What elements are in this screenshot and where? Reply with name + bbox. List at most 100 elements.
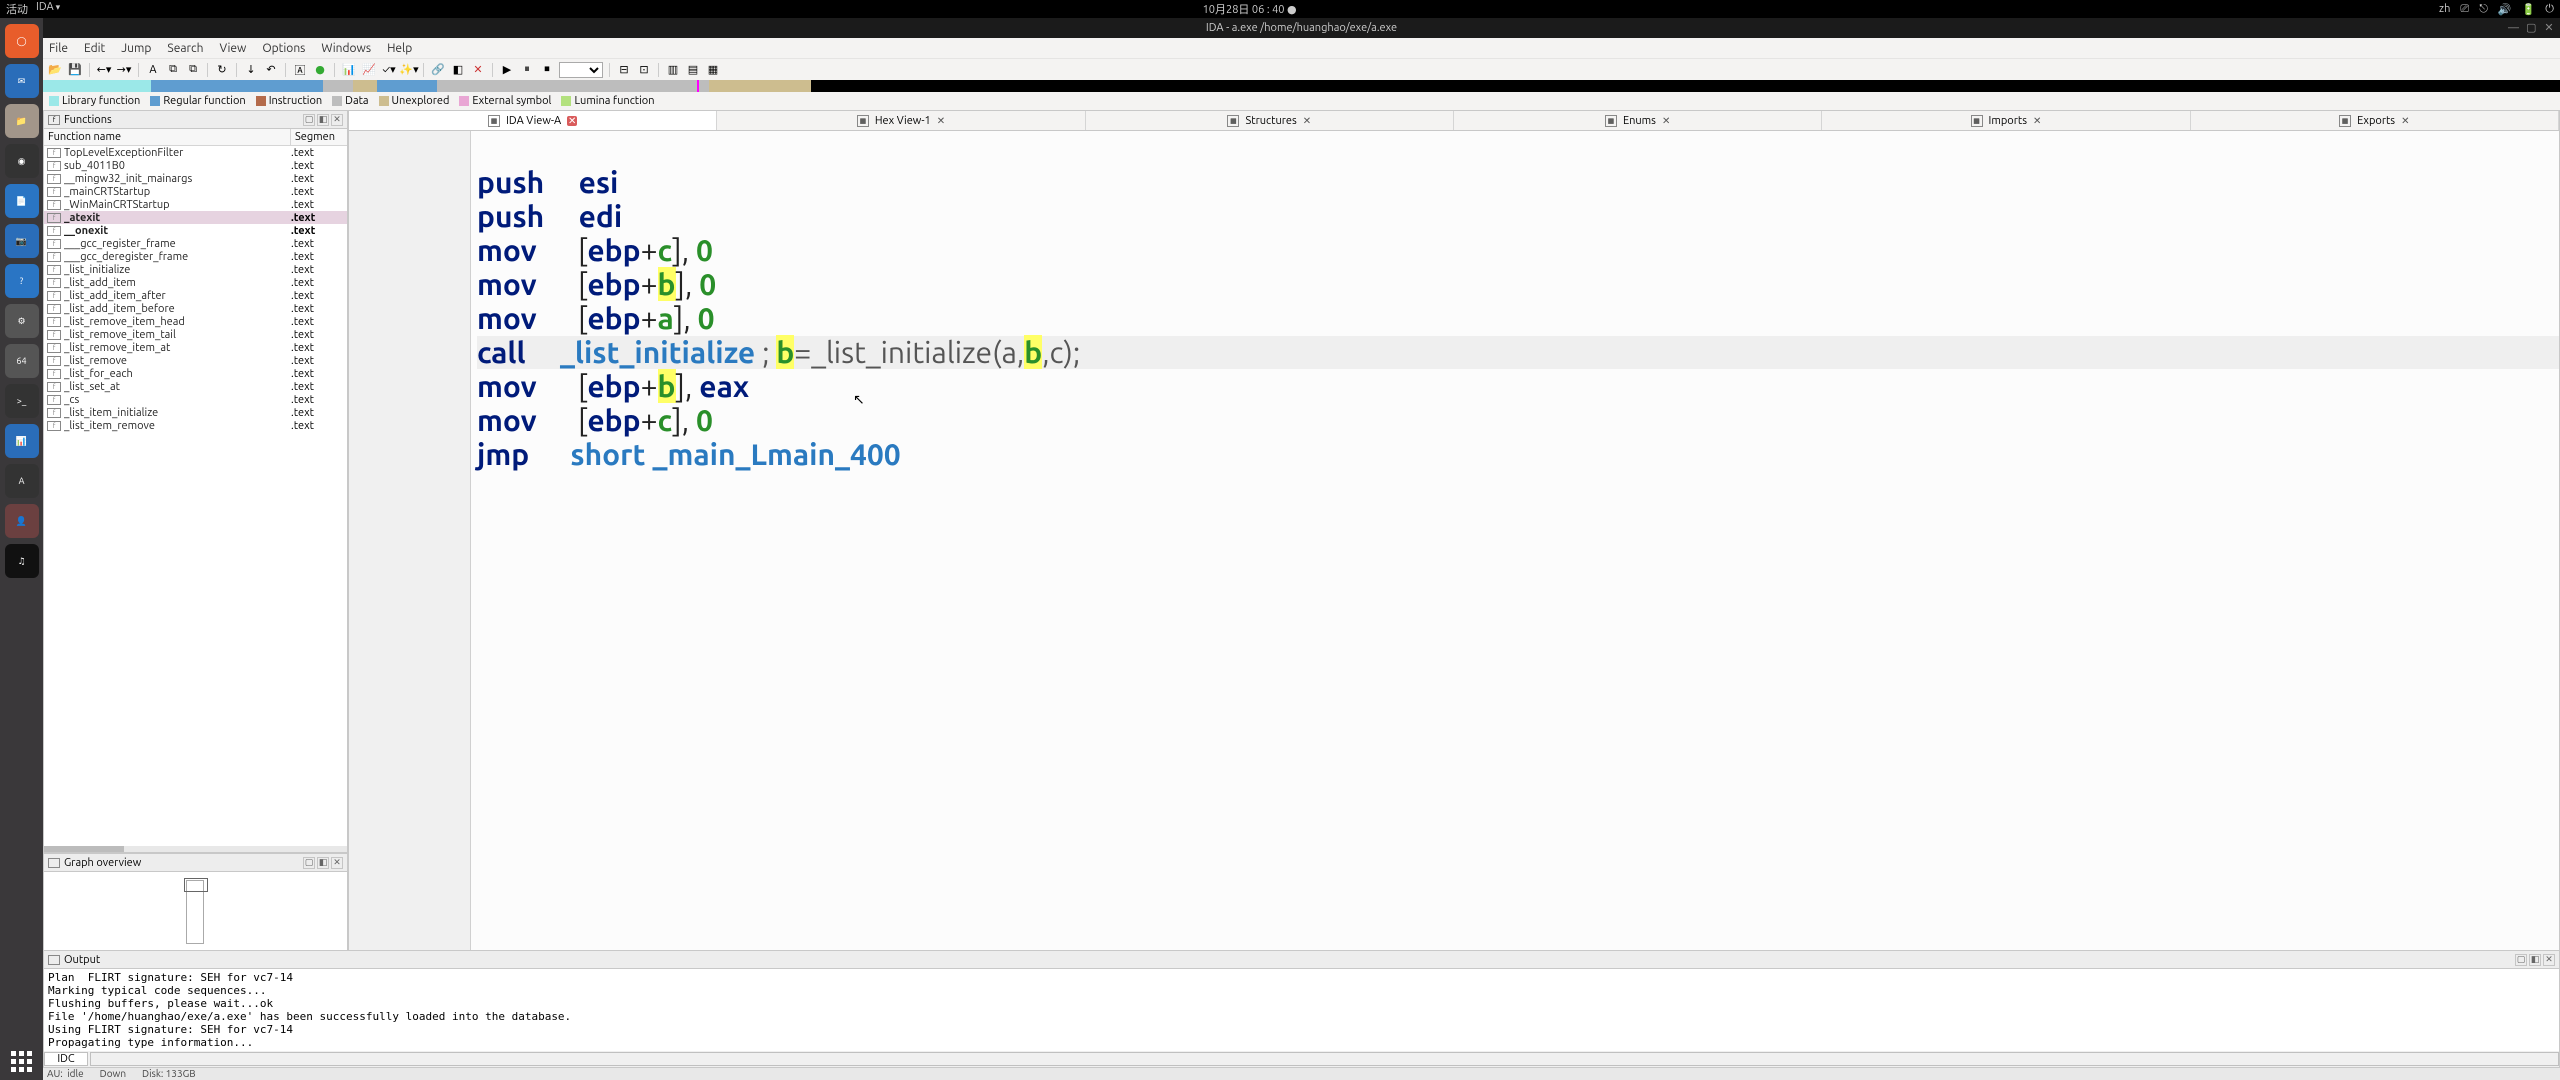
save-icon[interactable]: 💾	[67, 62, 83, 78]
dock-chromium[interactable]: ◯	[5, 24, 39, 58]
dock-thunderbird[interactable]: ✉	[5, 64, 39, 98]
bp-icon[interactable]: ⊟	[616, 62, 632, 78]
panel-close-icon[interactable]: ✕	[2543, 954, 2555, 966]
menu-file[interactable]: File	[49, 42, 68, 55]
functions-col-segment[interactable]: Segmen	[291, 129, 347, 145]
disasm-code[interactable]: push esi push edi mov [ebp+c], 0 mov [eb…	[471, 131, 2559, 1053]
debug-stop-icon[interactable]: ⏹	[539, 62, 555, 78]
menu-search[interactable]: Search	[167, 42, 203, 55]
view-tab[interactable]: ▦Structures✕	[1086, 111, 1454, 130]
function-row[interactable]: fTopLevelExceptionFilter.text	[44, 146, 347, 159]
dock-terminal[interactable]: >_	[5, 384, 39, 418]
activities-button[interactable]: 活动	[6, 1, 28, 17]
function-row[interactable]: f_list_remove_item_head.text	[44, 315, 347, 328]
tray-battery-icon[interactable]: 🔋	[2522, 3, 2536, 16]
dock-music[interactable]: ♫	[5, 544, 39, 578]
navigation-band[interactable]	[43, 80, 2560, 92]
tab-close-icon[interactable]: ✕	[1303, 115, 1311, 127]
function-row[interactable]: f_WinMainCRTStartup.text	[44, 198, 347, 211]
tab-close-icon[interactable]: ✕	[937, 115, 945, 127]
panel-close-icon[interactable]: ✕	[331, 114, 343, 126]
window-titlebar[interactable]: IDA - a.exe /home/huanghao/exe/a.exe — ▢…	[43, 18, 2560, 38]
tray-volume-icon[interactable]: 🔊	[2498, 3, 2512, 16]
dock-rhythmbox[interactable]: ◉	[5, 144, 39, 178]
function-row[interactable]: f_mainCRTStartup.text	[44, 185, 347, 198]
debug-pause-icon[interactable]: ⏸	[519, 62, 535, 78]
function-row[interactable]: f_list_remove.text	[44, 354, 347, 367]
bin-search-icon[interactable]: ⧉	[165, 62, 181, 78]
menu-help[interactable]: Help	[387, 42, 412, 55]
menu-options[interactable]: Options	[262, 42, 305, 55]
clock[interactable]: 10月28日 06 : 40	[1203, 4, 1285, 16]
forward-icon[interactable]: →▾	[116, 62, 132, 78]
struct-icon[interactable]: ▥	[665, 62, 681, 78]
function-row[interactable]: fsub_4011B0.text	[44, 159, 347, 172]
dock-updates[interactable]: A	[5, 464, 39, 498]
struct2-icon[interactable]: ▤	[685, 62, 701, 78]
app-menu[interactable]: IDA	[36, 1, 60, 17]
next-search-icon[interactable]: ⧉	[185, 62, 201, 78]
function-row[interactable]: f_list_add_item_before.text	[44, 302, 347, 315]
panel-restore-icon[interactable]: ▢	[303, 114, 315, 126]
dock-office[interactable]: 📄	[5, 184, 39, 218]
function-row[interactable]: f__mingw32_init_mainargs.text	[44, 172, 347, 185]
tray[interactable]: zh ⎚ ⎋ 🔊 🔋 ⏻	[2439, 3, 2554, 16]
view-tab[interactable]: ▦Hex View-1✕	[717, 111, 1085, 130]
reanalyze-icon[interactable]: ↻	[214, 62, 230, 78]
tray-ime[interactable]: zh	[2439, 3, 2450, 16]
mark-icon[interactable]: ✓▾	[381, 62, 397, 78]
panel-restore-icon[interactable]: ▢	[303, 857, 315, 869]
panel-float-icon[interactable]: ◧	[2529, 954, 2541, 966]
function-row[interactable]: f_list_add_item.text	[44, 276, 347, 289]
panel-restore-icon[interactable]: ▢	[2515, 954, 2527, 966]
functions-list[interactable]: fTopLevelExceptionFilter.textfsub_4011B0…	[44, 146, 347, 846]
view-tab[interactable]: ▦Imports✕	[1822, 111, 2190, 130]
view-tab[interactable]: ▦Exports✕	[2191, 111, 2559, 130]
dock-files[interactable]: 📁	[5, 104, 39, 138]
tray-power-icon[interactable]: ⏻	[2545, 3, 2554, 16]
dock-monitor[interactable]: 📊	[5, 424, 39, 458]
open-icon[interactable]: 📂	[47, 62, 63, 78]
function-row[interactable]: f__onexit.text	[44, 224, 347, 237]
function-row[interactable]: f_list_add_item_after.text	[44, 289, 347, 302]
function-row[interactable]: f___gcc_register_frame.text	[44, 237, 347, 250]
functions-hscroll[interactable]	[44, 846, 347, 852]
panel-close-icon[interactable]: ✕	[331, 857, 343, 869]
idc-input[interactable]	[90, 1052, 2559, 1066]
tab-close-icon[interactable]: ✕	[567, 116, 577, 126]
function-row[interactable]: f_atexit.text	[44, 211, 347, 224]
bp2-icon[interactable]: ⊡	[636, 62, 652, 78]
step-up-icon[interactable]: ↶	[263, 62, 279, 78]
tab-close-icon[interactable]: ✕	[2401, 115, 2409, 127]
panel-float-icon[interactable]: ◧	[317, 114, 329, 126]
tray-display-icon[interactable]: ⎚	[2460, 3, 2469, 16]
function-row[interactable]: f_list_initialize.text	[44, 263, 347, 276]
tab-close-icon[interactable]: ✕	[2033, 115, 2041, 127]
back-icon[interactable]: ←▾	[96, 62, 112, 78]
chart-icon[interactable]: 📊	[341, 62, 357, 78]
tray-network-icon[interactable]: ⎋	[2479, 3, 2488, 16]
close-icon[interactable]: ✕	[2544, 23, 2554, 33]
dock-settings[interactable]: ⚙	[5, 304, 39, 338]
idc-tab[interactable]: IDC	[44, 1052, 88, 1066]
link-icon[interactable]: 🔗	[430, 62, 446, 78]
function-row[interactable]: f___gcc_deregister_frame.text	[44, 250, 347, 263]
cancel-icon[interactable]: ✕	[470, 62, 486, 78]
dock-screenshot[interactable]: 📷	[5, 224, 39, 258]
wand-icon[interactable]: ✨▾	[401, 62, 417, 78]
chart2-icon[interactable]: 📈	[361, 62, 377, 78]
graph-icon[interactable]: ◧	[450, 62, 466, 78]
struct3-icon[interactable]: ▦	[705, 62, 721, 78]
run-icon[interactable]: ●	[312, 62, 328, 78]
minimize-icon[interactable]: —	[2508, 23, 2518, 33]
hex-icon[interactable]: 🄰	[292, 62, 308, 78]
function-row[interactable]: f_list_item_initialize.text	[44, 406, 347, 419]
disasm-view[interactable]: push esi push edi mov [ebp+c], 0 mov [eb…	[349, 131, 2559, 1053]
function-row[interactable]: f_list_remove_item_at.text	[44, 341, 347, 354]
debugger-select[interactable]	[559, 62, 603, 78]
function-row[interactable]: f_list_for_each.text	[44, 367, 347, 380]
view-tab[interactable]: ▦IDA View-A✕	[349, 111, 717, 130]
tab-close-icon[interactable]: ✕	[1662, 115, 1670, 127]
graph-viewport[interactable]	[184, 878, 208, 892]
view-tab[interactable]: ▦Enums✕	[1454, 111, 1822, 130]
